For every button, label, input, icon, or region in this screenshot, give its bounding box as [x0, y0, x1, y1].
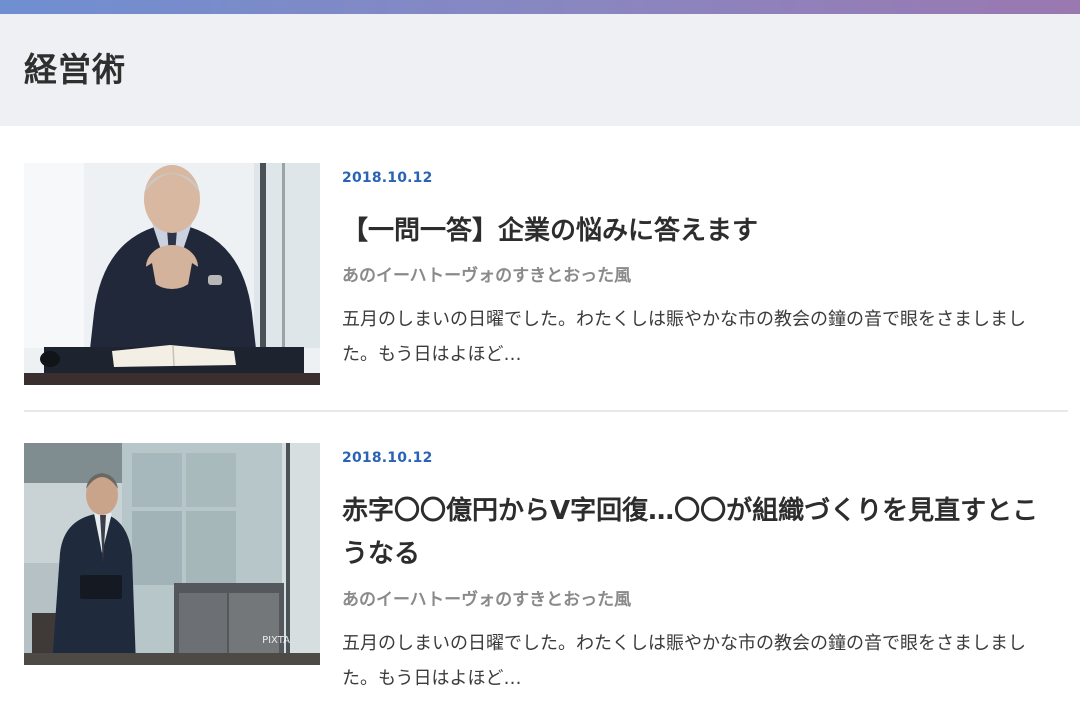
page-title: 経営術 [24, 50, 126, 89]
post-title-link[interactable]: 【一問一答】企業の悩みに答えます [342, 210, 1060, 253]
post-divider [24, 410, 1068, 412]
post-card[interactable]: 2018.10.12 【一問一答】企業の悩みに答えます あのイーハトーヴォのすき… [0, 163, 1080, 411]
pixta-watermark: PIXTA [262, 635, 290, 646]
post-author: あのイーハトーヴォのすきとおった風 [342, 266, 632, 286]
post-title-link[interactable]: 赤字〇〇億円からV字回復…〇〇が組織づくりを見直すとこうなる [342, 490, 1060, 576]
top-accent-bar [0, 0, 1080, 14]
post-thumbnail[interactable] [24, 163, 320, 385]
businessman-seated-photo [24, 163, 320, 385]
post-excerpt: 五月のしまいの日曜でした。わたくしは賑やかな市の教会の鐘の音で眼をさましました。… [342, 633, 1026, 689]
post-date: 2018.10.12 [342, 170, 433, 186]
businessman-standing-photo: PIXTA [24, 443, 320, 665]
category-header: 経営術 [0, 14, 1080, 126]
post-card[interactable]: PIXTA 2018.10.12 赤字〇〇億円からV字回復…〇〇が組織づくりを見… [0, 443, 1080, 703]
post-author: あのイーハトーヴォのすきとおった風 [342, 590, 632, 610]
post-date: 2018.10.12 [342, 450, 433, 466]
post-thumbnail[interactable]: PIXTA [24, 443, 320, 665]
post-excerpt: 五月のしまいの日曜でした。わたくしは賑やかな市の教会の鐘の音で眼をさましました。… [342, 309, 1026, 365]
